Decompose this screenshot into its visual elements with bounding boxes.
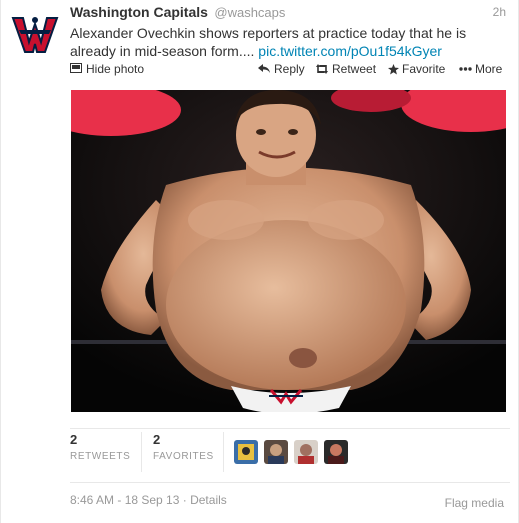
tweet-header: Washington Capitals @washcaps 2h [70,4,508,22]
reply-label: Reply [274,62,305,76]
favorite-label: Favorite [402,62,446,76]
tweet-card: Washington Capitals @washcaps 2h Alexand… [0,0,519,523]
account-name[interactable]: Washington Capitals [70,4,208,20]
tweet-text: Alexander Ovechkin shows reporters at pr… [70,24,510,60]
separator-dot: · [182,493,191,507]
avatar[interactable] [234,440,258,464]
reply-icon [258,64,271,74]
retweets-label: RETWEETS [70,451,131,462]
stat-separator [141,432,142,472]
tweet-link[interactable]: pic.twitter.com/pOu1f54kGyer [258,43,442,59]
avatar[interactable] [294,440,318,464]
stat-separator [223,432,224,472]
capitals-logo-icon[interactable] [11,12,59,56]
more-button[interactable]: More [459,62,502,76]
favorite-star-icon [388,63,399,75]
reply-button[interactable]: Reply [258,62,305,76]
favorites-count: 2 [153,432,161,447]
flag-media-link[interactable]: Flag media [445,496,504,510]
more-label: More [475,62,503,76]
photo-icon [70,62,82,76]
avatar[interactable] [324,440,348,464]
tweet-timestamp[interactable]: 8:46 AM - 18 Sep 13 [70,493,179,507]
tweet-footer: 8:46 AM - 18 Sep 13 · Details Flag media [70,493,504,510]
engager-avatars [234,440,348,464]
divider-top [70,428,510,429]
tweet-photo[interactable] [71,90,506,412]
avatar[interactable] [264,440,288,464]
favorites-label: FAVORITES [153,451,214,462]
favorite-button[interactable]: Favorite [388,62,445,76]
account-handle[interactable]: @washcaps [214,5,285,20]
tweet-time[interactable]: 2h [493,5,506,19]
tweet-actions: Hide photo Reply Retweet Favorite More [70,62,508,78]
details-link[interactable]: Details [190,493,227,507]
hide-photo-button[interactable]: Hide photo [70,62,144,76]
hide-photo-label: Hide photo [86,62,145,76]
retweet-icon [315,64,329,74]
divider-bottom [70,482,510,483]
retweets-count: 2 [70,432,78,447]
retweet-label: Retweet [332,62,377,76]
retweet-button[interactable]: Retweet [315,62,376,76]
favorites-stat[interactable]: 2 FAVORITES [153,432,214,462]
retweets-stat[interactable]: 2 RETWEETS [70,432,130,462]
more-dots-icon [459,67,472,71]
